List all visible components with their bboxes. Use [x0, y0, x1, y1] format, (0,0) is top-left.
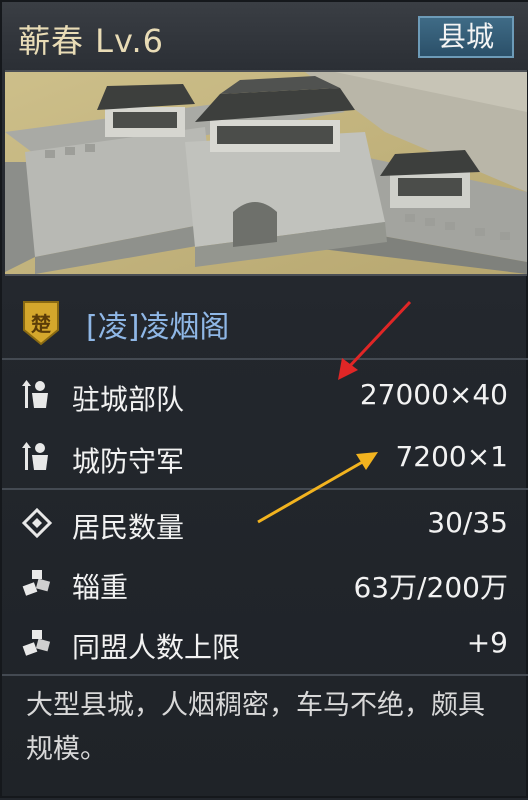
red-arrow-icon [338, 300, 412, 380]
yellow-arrow-icon [257, 452, 378, 524]
annotation-arrows [257, 300, 412, 524]
city-info-panel: 蕲春 Lv.6 县城 楚 [凌]凌烟阁 驻城部队 27000×40 城防守军 7… [0, 0, 528, 798]
